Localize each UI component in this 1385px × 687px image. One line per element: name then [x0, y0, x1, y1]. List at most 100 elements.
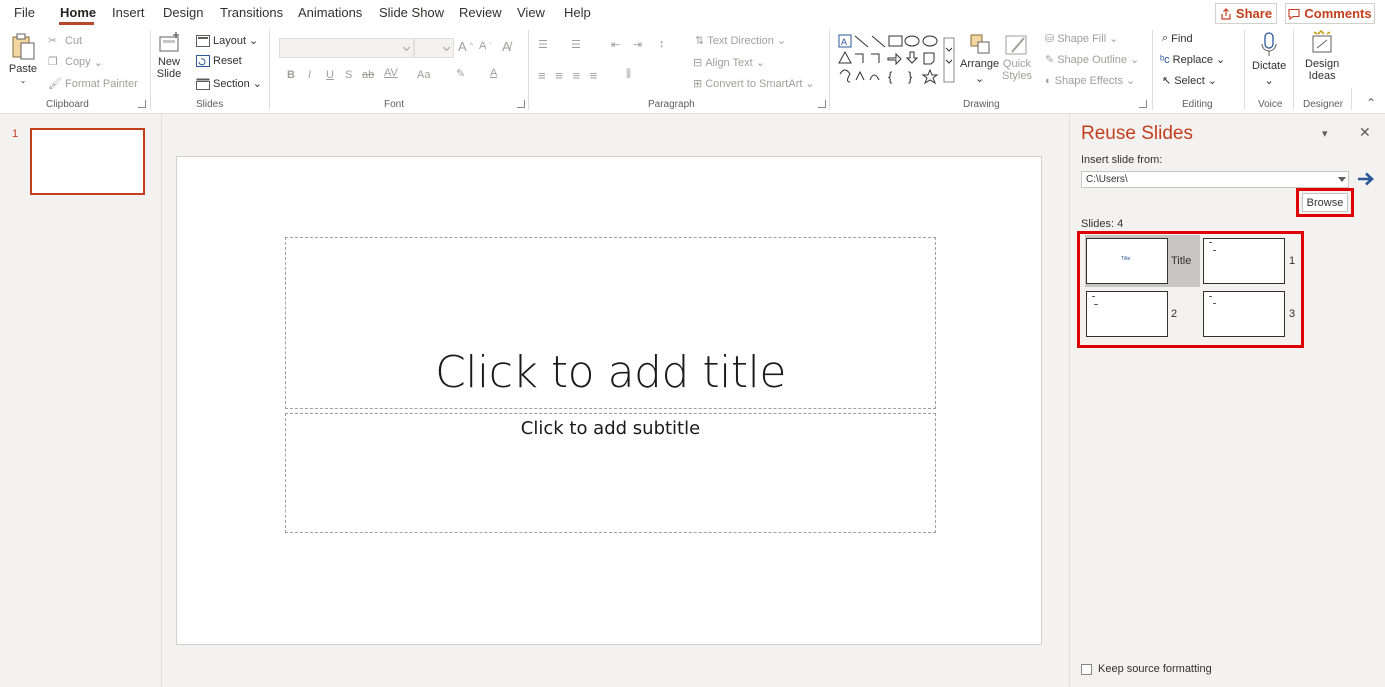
menu-review[interactable]: Review — [459, 5, 502, 20]
font-launcher[interactable] — [517, 100, 525, 108]
section-icon — [196, 78, 210, 90]
collapse-ribbon-button[interactable]: ⌃ — [1366, 96, 1376, 110]
paragraph-launcher[interactable] — [818, 100, 826, 108]
copy-label: Copy — [65, 56, 91, 68]
paste-button[interactable]: Paste ⌄ — [8, 32, 38, 85]
text-direction-button[interactable]: ⇅Text Direction⌄ — [695, 34, 786, 47]
find-button[interactable]: ⌕Find — [1162, 32, 1193, 45]
chevron-down-icon — [443, 44, 450, 51]
path-dropdown-icon[interactable] — [1338, 177, 1346, 182]
character-spacing-button[interactable]: AV — [384, 67, 398, 79]
grow-font-button[interactable]: A^ — [458, 39, 473, 54]
design-ideas-button[interactable]: Design Ideas — [1305, 30, 1339, 82]
go-arrow-icon[interactable] — [1356, 170, 1376, 188]
text-direction-label: Text Direction — [707, 35, 774, 47]
clipboard-launcher[interactable] — [138, 100, 146, 108]
shape-outline-button[interactable]: ✎Shape Outline⌄ — [1045, 53, 1139, 66]
text-direction-icon: ⇅ — [695, 34, 704, 47]
bold-button[interactable]: B — [287, 69, 295, 81]
shape-effects-icon: ◐ — [1045, 75, 1052, 87]
chevron-down-icon: ⌄ — [805, 77, 814, 90]
align-buttons[interactable]: ≡ ≡ ≡ ≡ — [538, 68, 597, 83]
arrange-button[interactable]: Arrange ⌄ — [960, 32, 999, 85]
font-size-combo[interactable] — [414, 38, 454, 58]
chevron-up-icon: ⌃ — [1366, 96, 1376, 110]
svg-text:A: A — [841, 37, 847, 47]
smartart-icon: ⊞ — [693, 77, 702, 90]
underline-button[interactable]: U — [326, 69, 334, 81]
file-path-input[interactable] — [1081, 171, 1349, 188]
select-button[interactable]: ↖Select⌄ — [1162, 74, 1217, 87]
reuse-slide-label: Title — [1171, 255, 1191, 267]
chevron-down-icon: ⌄ — [756, 56, 765, 69]
replace-button[interactable]: ᵇcReplace⌄ — [1160, 53, 1225, 66]
menu-help[interactable]: Help — [564, 5, 591, 20]
thumbnail-mark — [1209, 296, 1212, 297]
subtitle-placeholder[interactable]: Click to add subtitle — [285, 413, 936, 533]
shape-effects-button[interactable]: ◐Shape Effects⌄ — [1045, 74, 1135, 87]
cut-button[interactable]: ✂ Cut — [48, 34, 82, 48]
numbering-button[interactable]: ☰ — [571, 38, 581, 51]
bullets-button[interactable]: ☰ — [538, 38, 548, 51]
align-text-button[interactable]: ⊟Align Text⌄ — [693, 56, 765, 69]
font-color-button[interactable]: A — [490, 67, 497, 79]
align-right-icon: ≡ — [572, 68, 580, 83]
shape-effects-label: Shape Effects — [1055, 75, 1123, 87]
reuse-slide-label: 1 — [1289, 255, 1295, 267]
menu-view[interactable]: View — [517, 5, 545, 20]
shrink-font-button[interactable]: Aˇ — [479, 40, 492, 52]
increase-indent-button[interactable]: ⇥ — [633, 38, 642, 51]
quick-styles-button[interactable]: Quick Styles — [1002, 32, 1032, 82]
menu-slide-show[interactable]: Slide Show — [379, 5, 444, 20]
slide-canvas[interactable]: Click to add title Click to add subtitle — [176, 156, 1042, 645]
menu-transitions[interactable]: Transitions — [220, 5, 283, 20]
convert-smartart-button[interactable]: ⊞Convert to SmartArt⌄ — [693, 77, 815, 90]
select-label: Select — [1174, 75, 1205, 87]
new-slide-icon — [156, 30, 182, 56]
menu-home[interactable]: Home — [60, 5, 96, 20]
close-pane-button[interactable]: ✕ — [1359, 124, 1371, 141]
font-name-combo[interactable] — [279, 38, 414, 58]
menu-file[interactable]: File — [14, 5, 35, 20]
pen-icon: ✎ — [1045, 53, 1054, 66]
title-placeholder-text: Click to add title — [435, 347, 786, 398]
shapes-gallery[interactable]: A { } — [838, 34, 956, 86]
copy-button[interactable]: ❐ Copy ⌄ — [48, 55, 103, 69]
title-placeholder[interactable]: Click to add title — [285, 237, 936, 409]
strikethrough-button[interactable]: ab — [362, 69, 374, 81]
cursor-icon: ↖ — [1162, 74, 1171, 87]
menu-design[interactable]: Design — [163, 5, 203, 20]
format-painter-button[interactable]: 🖌 Format Painter — [48, 77, 138, 91]
menu-animations[interactable]: Animations — [298, 5, 362, 20]
line-spacing-button[interactable]: ↕ — [659, 38, 665, 50]
layout-button[interactable]: Layout⌄ — [196, 34, 258, 47]
chevron-down-icon: ⌄ — [777, 34, 786, 47]
reset-button[interactable]: Reset — [196, 55, 242, 67]
shape-fill-button[interactable]: ⛁Shape Fill⌄ — [1045, 32, 1118, 45]
clear-format-button[interactable]: A̸ — [502, 39, 511, 54]
chevron-down-icon — [403, 44, 410, 51]
new-slide-button[interactable]: New Slide — [156, 30, 182, 80]
slide-thumbnail[interactable] — [30, 128, 145, 195]
section-button[interactable]: Section⌄ — [196, 77, 262, 90]
change-case-button[interactable]: Aa — [417, 69, 430, 81]
keep-source-formatting-checkbox[interactable] — [1081, 664, 1092, 675]
italic-button[interactable]: I — [308, 69, 311, 81]
comments-button[interactable]: Comments — [1285, 3, 1375, 24]
dictate-label: Dictate — [1252, 60, 1286, 72]
menu-insert[interactable]: Insert — [112, 5, 145, 20]
numbering-icon: ☰ — [571, 38, 581, 51]
replace-icon: ᵇc — [1160, 54, 1170, 66]
pane-options-button[interactable]: ▾ — [1322, 127, 1328, 140]
quick-styles-label-2: Styles — [1002, 70, 1032, 82]
reuse-slide-thumbnail — [1203, 291, 1285, 337]
share-button[interactable]: Share — [1215, 3, 1277, 24]
highlight-button[interactable]: ✎ — [456, 67, 465, 80]
columns-button[interactable]: ⫼ — [626, 68, 631, 81]
line-spacing-icon: ↕ — [659, 38, 665, 50]
browse-button[interactable]: Browse — [1302, 193, 1348, 212]
decrease-indent-button[interactable]: ⇤ — [611, 38, 620, 51]
dictate-button[interactable]: Dictate ⌄ — [1252, 32, 1286, 87]
shadow-button[interactable]: S — [345, 69, 352, 81]
drawing-launcher[interactable] — [1139, 100, 1147, 108]
